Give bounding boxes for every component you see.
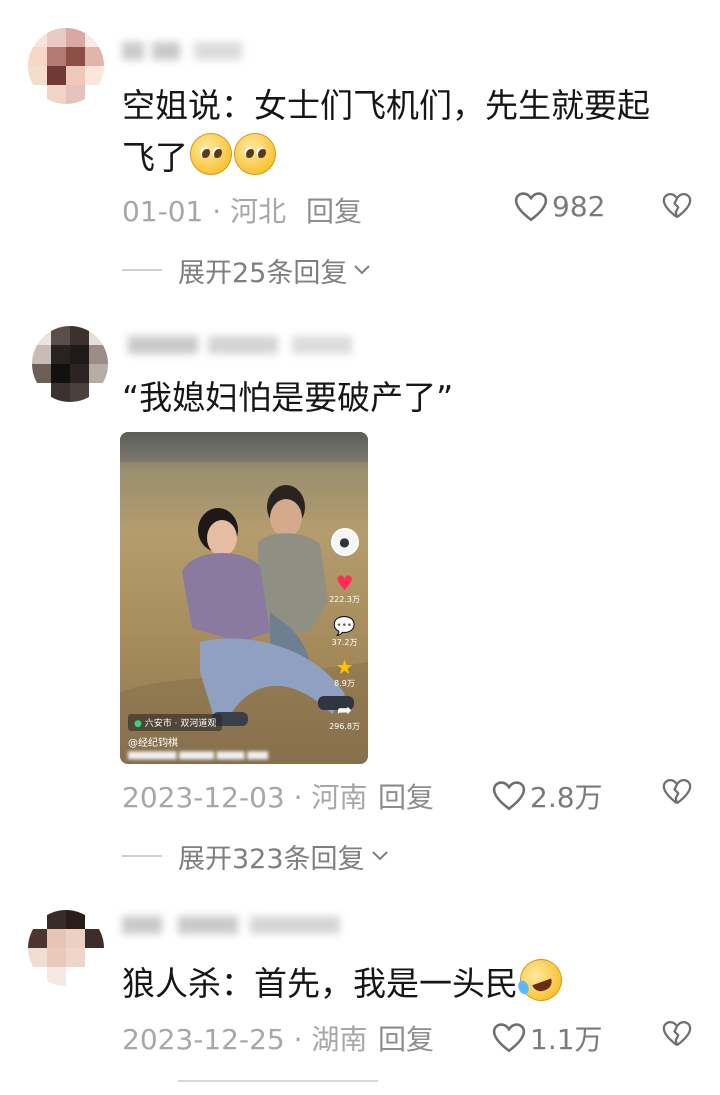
- broken-heart-icon: [662, 193, 692, 219]
- date-location: 2023-12-03 · 河南: [122, 781, 368, 814]
- heart-filled-icon[interactable]: ♥: [334, 571, 356, 595]
- comment-text: 狼人杀：首先，我是一头民: [122, 953, 682, 1010]
- heart-outline-icon: [492, 781, 526, 811]
- video-caption-blurred: ▆▆▆▆▆▆▆ ▆▆▆▆▆ ▆▆▆▆ ▆▆▆: [128, 750, 269, 760]
- date-location: 01-01 · 河北: [122, 195, 287, 228]
- comment-text: 空姐说：女士们飞机们，先生就要起飞了: [122, 80, 682, 184]
- video-side-actions: ● ♥ 222.3万 💬 37.2万 ★ 8.9万 ➦ 296.8万: [329, 528, 360, 732]
- expand-replies-label: 展开323条回复: [178, 843, 365, 875]
- like-button[interactable]: 982: [514, 190, 605, 223]
- date-location: 2023-12-25 · 湖南: [122, 1023, 368, 1056]
- like-count: 2.8万: [530, 781, 603, 814]
- dislike-button[interactable]: [662, 778, 692, 813]
- video-comment-count: 37.2万: [331, 638, 358, 647]
- star-icon[interactable]: ★: [334, 655, 356, 679]
- video-thumbnail[interactable]: ● ♥ 222.3万 💬 37.2万 ★ 8.9万 ➦ 296.8万 ● 六安市…: [120, 432, 368, 764]
- username-blurred[interactable]: [122, 912, 362, 938]
- pleading-face-emoji-icon: [190, 133, 232, 175]
- chevron-down-icon: [354, 265, 371, 275]
- rolling-laughing-emoji-icon: [514, 953, 568, 1007]
- video-favorite-count: 8.9万: [334, 679, 355, 688]
- like-button[interactable]: 1.1万: [492, 1018, 603, 1058]
- reply-button[interactable]: 回复: [378, 776, 434, 816]
- pleading-face-emoji-icon: [234, 133, 276, 175]
- avatar[interactable]: [32, 326, 108, 402]
- chevron-down-icon: [371, 851, 388, 861]
- like-count: 1.1万: [530, 1023, 603, 1056]
- divider-line: [122, 855, 162, 857]
- comment-meta: 2023-12-03 · 河南 回复 2.8万: [122, 776, 692, 816]
- comment-text: “我媳妇怕是要破产了”: [122, 372, 682, 424]
- map-pin-icon: ●: [134, 719, 142, 729]
- comment-meta: 2023-12-25 · 湖南 回复 1.1万: [122, 1018, 692, 1058]
- share-arrow-icon[interactable]: ➦: [334, 699, 356, 721]
- dislike-button[interactable]: [662, 192, 692, 227]
- video-share-count: 296.8万: [329, 722, 360, 731]
- heart-outline-icon: [492, 1023, 526, 1053]
- creator-avatar-icon[interactable]: ●: [330, 528, 359, 556]
- video-like-count: 222.3万: [329, 595, 360, 604]
- username-blurred[interactable]: [122, 38, 362, 64]
- username-blurred[interactable]: [122, 332, 362, 358]
- like-button[interactable]: 2.8万: [492, 776, 603, 816]
- comment-bubble-icon[interactable]: 💬: [333, 615, 355, 637]
- divider-line: [122, 269, 162, 271]
- expand-replies[interactable]: 展开25条回复: [122, 252, 371, 289]
- reply-button[interactable]: 回复: [306, 190, 362, 230]
- avatar[interactable]: [28, 910, 104, 986]
- avatar[interactable]: [28, 28, 104, 104]
- comment-meta: 01-01 · 河北 回复 982: [122, 190, 692, 230]
- comment-text-body: “我媳妇怕是要破产了”: [122, 378, 454, 417]
- expand-replies-cropped: [178, 1080, 378, 1095]
- video-account[interactable]: @经纪钧棋: [128, 734, 178, 749]
- heart-outline-icon: [514, 191, 548, 221]
- video-location-tag[interactable]: ● 六安市 · 双河道观: [128, 714, 223, 731]
- broken-heart-icon: [662, 779, 692, 805]
- reply-button[interactable]: 回复: [378, 1018, 434, 1058]
- expand-replies[interactable]: 展开323条回复: [122, 838, 389, 875]
- broken-heart-icon: [662, 1021, 692, 1047]
- dislike-button[interactable]: [662, 1020, 692, 1055]
- expand-replies-label: 展开25条回复: [178, 257, 348, 289]
- like-count: 982: [552, 190, 606, 223]
- expand-replies-partial[interactable]: [122, 1080, 378, 1095]
- video-location-text: 六安市 · 双河道观: [144, 719, 217, 729]
- comment-text-body: 狼人杀：首先，我是一头民: [122, 964, 518, 1003]
